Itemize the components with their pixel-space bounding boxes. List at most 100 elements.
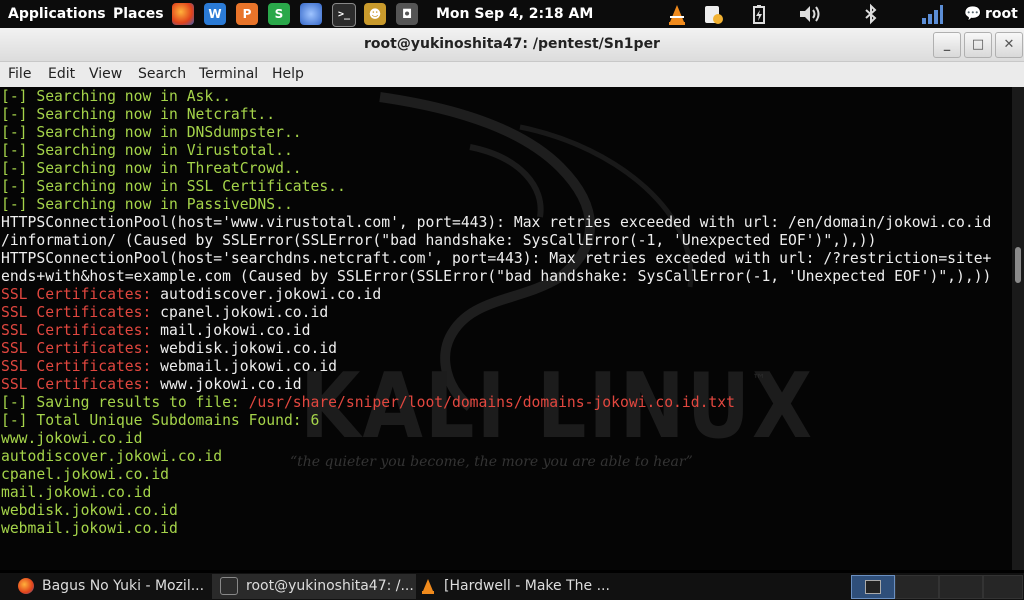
scrollbar-thumb[interactable] — [1015, 247, 1021, 283]
terminal-text: webmail.jokowi.co.id — [1, 520, 178, 537]
terminal-scrollbar[interactable] — [1012, 87, 1024, 570]
terminal-text: [-] Searching now in DNSdumpster.. — [1, 124, 302, 141]
writer-icon[interactable]: W — [204, 3, 226, 25]
menu-search[interactable]: Search — [138, 62, 186, 87]
terminal-text: [-] Saving results to file: — [1, 394, 249, 411]
terminal-text: HTTPSConnectionPool(host='searchdns.netc… — [1, 250, 992, 267]
terminal-line: [-] Total Unique Subdomains Found: 6 — [1, 412, 991, 430]
terminal-line: SSL Certificates: autodiscover.jokowi.co… — [1, 286, 991, 304]
impress-icon[interactable]: P — [236, 3, 258, 25]
terminal-text: ends+with&host=example.com (Caused by SS… — [1, 268, 992, 285]
terminal-line: www.jokowi.co.id — [1, 430, 991, 448]
notes-icon[interactable] — [702, 3, 724, 25]
terminal-line: SSL Certificates: www.jokowi.co.id — [1, 376, 991, 394]
terminal-text: cpanel.jokowi.co.id — [1, 466, 170, 483]
terminal-line: HTTPSConnectionPool(host='www.virustotal… — [1, 214, 991, 232]
vlc-icon[interactable] — [666, 3, 688, 25]
terminal-line: [-] Searching now in PassiveDNS.. — [1, 196, 991, 214]
volume-icon[interactable] — [797, 3, 823, 25]
terminal-line: /information/ (Caused by SSLError(SSLErr… — [1, 232, 991, 250]
workspace-2[interactable] — [895, 575, 939, 599]
terminal-text: SSL Certificates: — [1, 286, 161, 303]
terminal-icon[interactable]: >_ — [332, 3, 356, 27]
terminal-text: [-] Searching now in Ask.. — [1, 88, 231, 105]
task-terminal[interactable]: root@yukinoshita47: /... — [212, 574, 416, 599]
window-title: root@yukinoshita47: /pentest/Sn1per — [364, 36, 660, 52]
bluetooth-icon[interactable] — [860, 3, 882, 25]
terminal-text: SSL Certificates: — [1, 304, 161, 321]
workspace-1[interactable] — [851, 575, 895, 599]
minimize-button[interactable]: _ — [933, 32, 961, 58]
terminal-text: webdisk.jokowi.co.id — [1, 502, 178, 519]
terminal-line: [-] Searching now in Virustotal.. — [1, 142, 991, 160]
terminal-text: autodiscover.jokowi.co.id — [1, 448, 223, 465]
menu-view[interactable]: View — [89, 62, 122, 87]
task-firefox[interactable]: Bagus No Yuki - Mozil... — [10, 574, 216, 599]
game-icon[interactable]: ☻ — [364, 3, 386, 25]
terminal-text: [-] Searching now in Netcraft.. — [1, 106, 276, 123]
terminal-line: cpanel.jokowi.co.id — [1, 466, 991, 484]
firefox-icon — [18, 578, 34, 594]
terminal-line: [-] Searching now in Ask.. — [1, 88, 991, 106]
close-button[interactable]: ✕ — [995, 32, 1023, 58]
menu-edit[interactable]: Edit — [48, 62, 75, 87]
terminal-text: cpanel.jokowi.co.id — [160, 304, 329, 321]
firefox-icon[interactable] — [172, 3, 194, 25]
terminal-line: SSL Certificates: webdisk.jokowi.co.id — [1, 340, 991, 358]
applications-menu[interactable]: Applications — [8, 0, 106, 28]
terminal-line: SSL Certificates: mail.jokowi.co.id — [1, 322, 991, 340]
menu-terminal[interactable]: Terminal — [199, 62, 258, 87]
terminal-line: [-] Saving results to file: /usr/share/s… — [1, 394, 991, 412]
terminal-line: ends+with&host=example.com (Caused by SS… — [1, 268, 991, 286]
task-label: Bagus No Yuki - Mozil... — [42, 578, 205, 594]
terminal-text: autodiscover.jokowi.co.id — [160, 286, 382, 303]
screenshot-icon[interactable]: ◘ — [396, 3, 418, 25]
terminal-text: webdisk.jokowi.co.id — [160, 340, 338, 357]
terminal-text: /usr/share/sniper/loot/domains/domains-j… — [248, 394, 735, 411]
terminal-text: SSL Certificates: — [1, 376, 161, 393]
terminal-line: webdisk.jokowi.co.id — [1, 502, 991, 520]
terminal-text: [-] Searching now in PassiveDNS.. — [1, 196, 293, 213]
user-menu[interactable]: root — [985, 0, 1018, 28]
network-icon[interactable] — [300, 3, 322, 25]
workspace-3[interactable] — [939, 575, 983, 599]
terminal-output: [-] Searching now in Ask.. [-] Searching … — [1, 88, 991, 538]
task-label: [Hardwell - Make The ... — [444, 578, 610, 594]
terminal-line: [-] Searching now in SSL Certificates.. — [1, 178, 991, 196]
terminal-text: [-] Searching now in ThreatCrowd.. — [1, 160, 302, 177]
terminal-text: mail.jokowi.co.id — [160, 322, 311, 339]
places-menu[interactable]: Places — [113, 0, 164, 28]
terminal-text: SSL Certificates: — [1, 322, 161, 339]
terminal-line: SSL Certificates: cpanel.jokowi.co.id — [1, 304, 991, 322]
terminal-icon — [865, 580, 881, 594]
terminal-text: [-] Searching now in Virustotal.. — [1, 142, 293, 159]
calc-icon[interactable]: S — [268, 3, 290, 25]
window-titlebar[interactable]: root@yukinoshita47: /pentest/Sn1per _ □ … — [0, 28, 1024, 62]
terminal-text: [-] Searching now in SSL Certificates.. — [1, 178, 346, 195]
task-label: root@yukinoshita47: /... — [246, 578, 414, 594]
battery-icon[interactable] — [748, 3, 770, 25]
task-vlc[interactable]: [Hardwell - Make The ... — [412, 574, 620, 599]
signal-icon[interactable] — [920, 3, 944, 25]
clock[interactable]: Mon Sep 4, 2:18 AM — [436, 0, 593, 28]
terminal-line: mail.jokowi.co.id — [1, 484, 991, 502]
terminal-line: HTTPSConnectionPool(host='searchdns.netc… — [1, 250, 991, 268]
terminal-text: www.jokowi.co.id — [160, 376, 302, 393]
menu-file[interactable]: File — [8, 62, 31, 87]
maximize-button[interactable]: □ — [964, 32, 992, 58]
bottom-taskbar: Bagus No Yuki - Mozil... root@yukinoshit… — [0, 573, 1024, 600]
menu-help[interactable]: Help — [272, 62, 304, 87]
terminal-text: HTTPSConnectionPool(host='www.virustotal… — [1, 214, 992, 231]
terminal-line: [-] Searching now in DNSdumpster.. — [1, 124, 991, 142]
terminal-line: [-] Searching now in Netcraft.. — [1, 106, 991, 124]
terminal-text: mail.jokowi.co.id — [1, 484, 152, 501]
terminal-text: /information/ (Caused by SSLError(SSLErr… — [1, 232, 877, 249]
terminal-text: SSL Certificates: — [1, 340, 161, 357]
terminal-area[interactable]: KALI LINUX ™ “the quieter you become, th… — [0, 87, 1012, 570]
workspace-4[interactable] — [983, 575, 1023, 599]
chat-icon[interactable]: 💬 — [964, 3, 981, 25]
terminal-text: [-] Total Unique Subdomains Found: 6 — [1, 412, 320, 429]
vlc-icon — [420, 578, 436, 594]
terminal-line: autodiscover.jokowi.co.id — [1, 448, 991, 466]
terminal-line: [-] Searching now in ThreatCrowd.. — [1, 160, 991, 178]
